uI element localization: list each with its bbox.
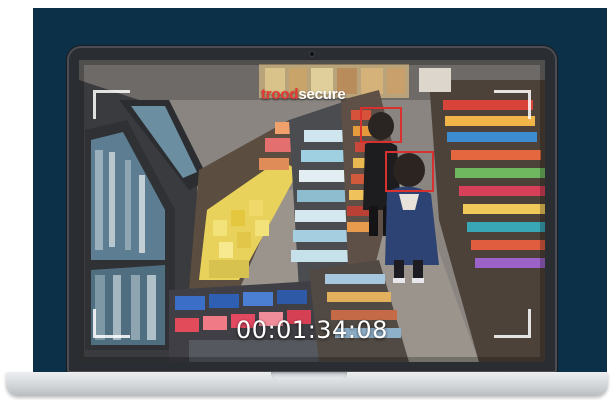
viewfinder-corner-top-left xyxy=(93,90,130,119)
face-detection-box xyxy=(360,107,402,143)
recording-timestamp: 00:01:34:08 xyxy=(236,316,388,344)
laptop-base xyxy=(6,372,608,396)
webcam-icon xyxy=(310,52,314,56)
laptop-opening-notch xyxy=(271,372,347,380)
security-camera-feed: troodsecure 00:01:34:08 xyxy=(79,60,545,362)
face-detection-box xyxy=(385,151,434,192)
brand-logo-part1: trood xyxy=(261,86,299,103)
hero-illustration: troodsecure 00:01:34:08 xyxy=(0,0,614,400)
brand-logo: troodsecure xyxy=(261,86,346,103)
brand-logo-part2: secure xyxy=(298,86,346,103)
viewfinder-corner-top-right xyxy=(494,90,531,119)
